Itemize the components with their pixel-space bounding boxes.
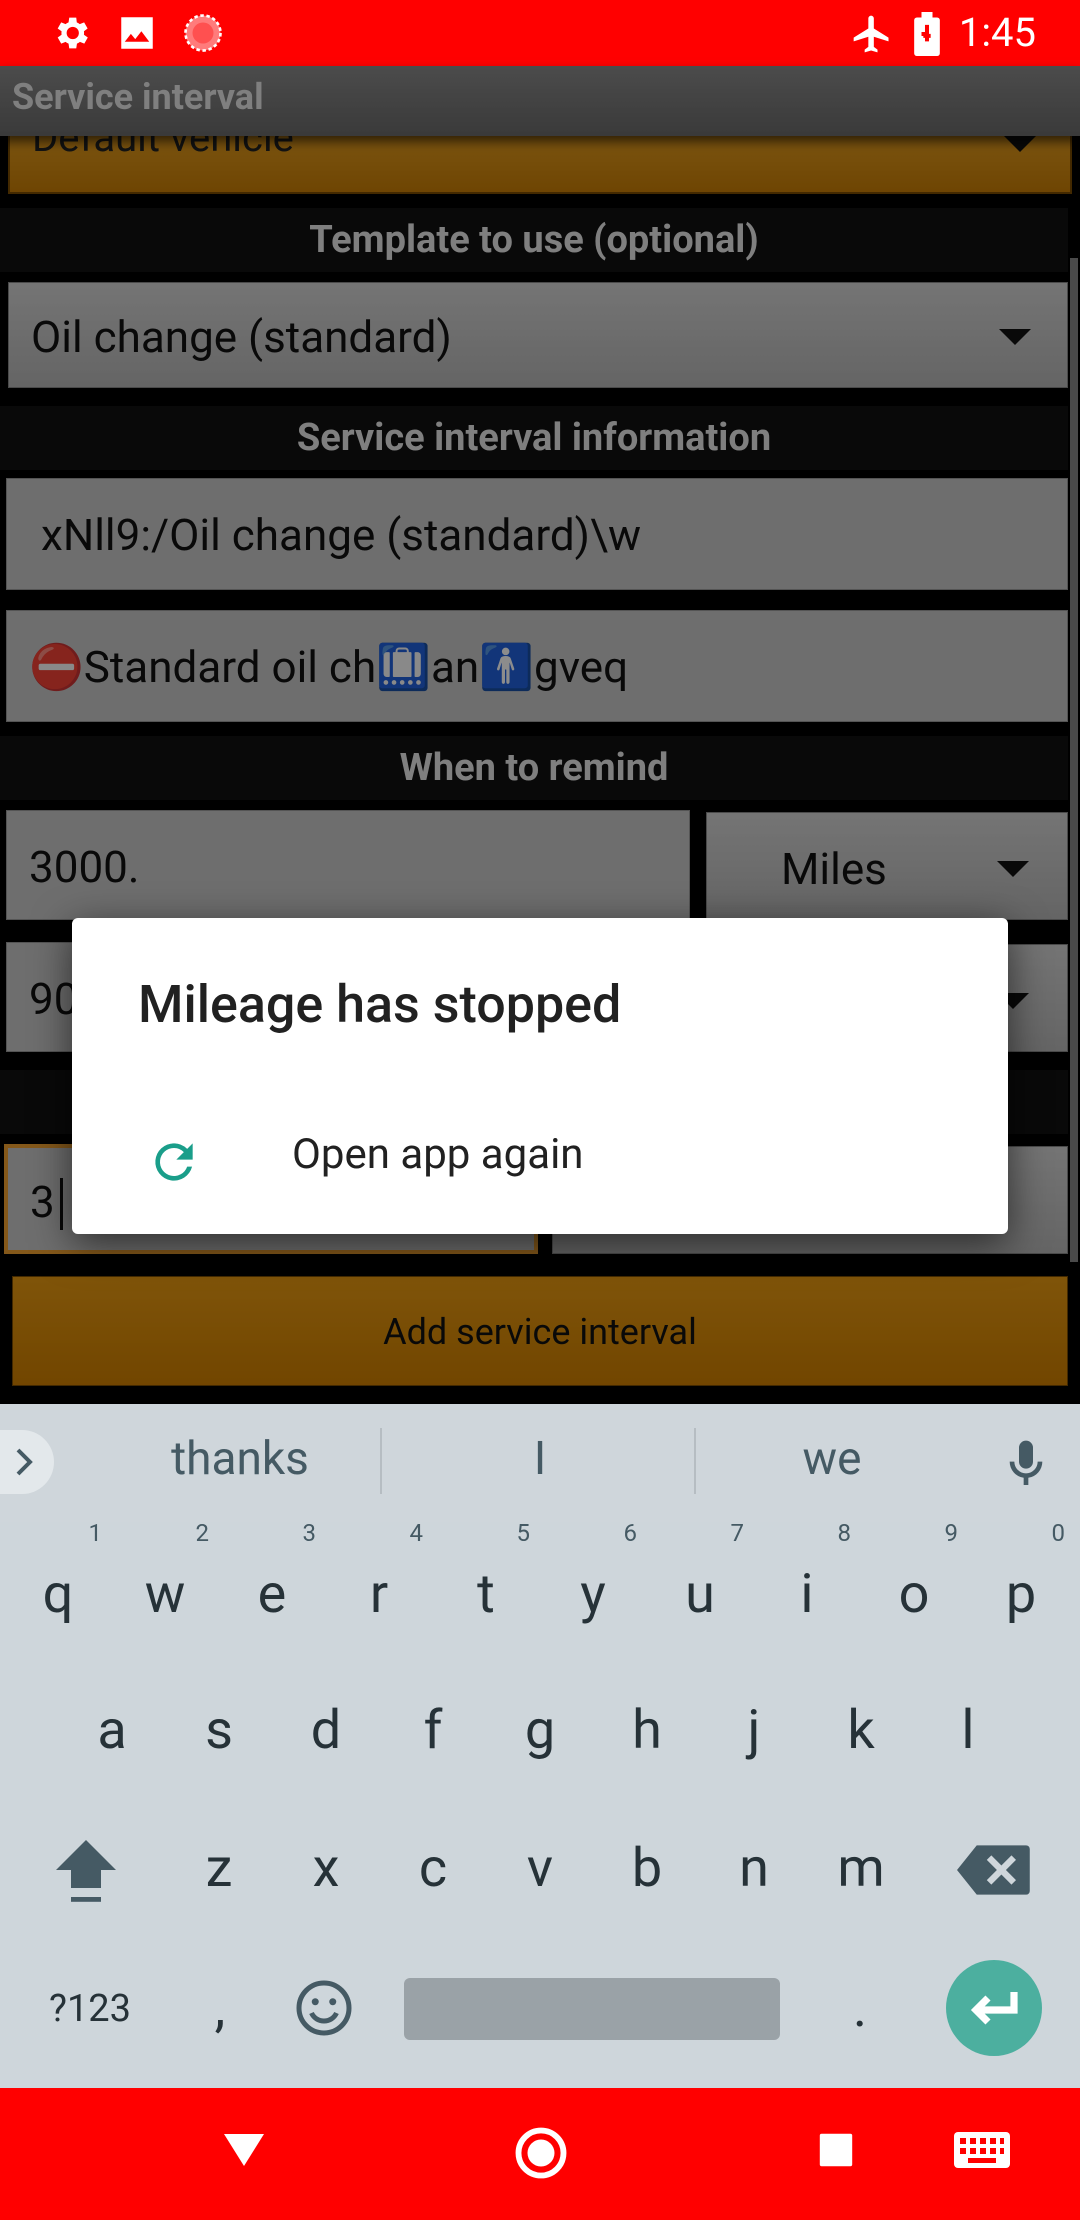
backspace-key[interactable] [944,1814,1044,1924]
emoji-key[interactable] [274,1954,374,2064]
settings-icon [50,12,92,58]
key-m[interactable]: m [811,1814,911,1924]
suggestion-strip: thanks I we [0,1404,1080,1522]
key-i[interactable]: i8 [757,1519,857,1650]
key-label: u [685,1563,715,1626]
key-t[interactable]: t5 [436,1519,536,1650]
refresh-icon [146,1134,202,1194]
dialog-title: Mileage has stopped [138,974,622,1035]
key-a[interactable]: a [62,1676,162,1786]
key-label: i [800,1563,814,1626]
key-hint: 2 [195,1519,210,1547]
key-label: r [369,1563,389,1626]
record-icon [182,12,224,58]
key-d[interactable]: d [276,1676,376,1786]
navigation-bar [0,2088,1080,2220]
key-l[interactable]: l [918,1676,1018,1786]
key-hint: 1 [88,1519,103,1547]
comma-key[interactable]: , [170,1954,270,2064]
key-z[interactable]: z [169,1814,269,1924]
keyboard-switch-icon[interactable] [954,2132,1010,2176]
key-f[interactable]: f [383,1676,483,1786]
suggestion-divider [694,1428,696,1494]
backspace-icon [957,1845,1030,1895]
clock: 1:45 [958,9,1036,56]
key-hint: 5 [516,1519,531,1547]
space-bar[interactable] [404,1978,780,2040]
suggestion-3[interactable]: we [712,1432,952,1486]
suggestion-2[interactable]: I [420,1432,660,1486]
crash-dialog: Mileage has stopped Open app again [72,918,1008,1234]
key-hint: 9 [944,1519,959,1547]
battery-charging-icon [912,12,942,60]
key-p[interactable]: p0 [971,1519,1071,1650]
key-hint: 3 [302,1519,317,1547]
open-app-again-button[interactable]: Open app again [72,1108,1008,1218]
key-label: w [144,1563,186,1626]
enter-icon [970,1992,1018,2025]
key-q[interactable]: q1 [8,1519,108,1650]
shift-key[interactable] [36,1814,136,1924]
key-hint: 7 [730,1519,745,1547]
open-app-again-label: Open app again [292,1130,584,1179]
key-e[interactable]: e3 [222,1519,322,1650]
key-s[interactable]: s [169,1676,269,1786]
home-icon[interactable] [514,2126,568,2184]
recents-icon[interactable] [818,2132,854,2172]
key-label: t [477,1563,495,1626]
key-hint: 8 [837,1519,852,1547]
key-hint: 0 [1051,1519,1066,1547]
image-icon [116,12,158,58]
key-label: y [580,1563,606,1626]
emoji-icon [296,1980,352,2036]
key-g[interactable]: g [490,1676,590,1786]
suggestion-divider [380,1428,382,1494]
key-o[interactable]: o9 [864,1519,964,1650]
key-k[interactable]: k [811,1676,911,1786]
key-x[interactable]: x [276,1814,376,1924]
key-label: o [898,1563,930,1626]
key-hint: 6 [623,1519,638,1547]
airplane-mode-icon [850,12,894,60]
microphone-icon[interactable] [998,1434,1054,1498]
period-key[interactable]: . [810,1954,910,2064]
key-b[interactable]: b [597,1814,697,1924]
key-label: e [257,1563,287,1626]
key-j[interactable]: j [704,1676,804,1786]
key-label: q [42,1563,74,1626]
symbols-key[interactable]: ?123 [30,1954,150,2064]
key-u[interactable]: u7 [650,1519,750,1650]
key-r[interactable]: r4 [329,1519,429,1650]
key-label: p [1005,1563,1037,1626]
status-bar: 1:45 [0,0,1080,66]
key-h[interactable]: h [597,1676,697,1786]
back-icon[interactable] [222,2130,266,2174]
suggestion-1[interactable]: thanks [120,1432,360,1486]
key-v[interactable]: v [490,1814,590,1924]
key-w[interactable]: w2 [115,1519,215,1650]
key-n[interactable]: n [704,1814,804,1924]
key-c[interactable]: c [383,1814,483,1924]
enter-key[interactable] [946,1960,1042,2056]
key-y[interactable]: y6 [543,1519,643,1650]
expand-suggestions-icon[interactable] [0,1430,54,1494]
key-hint: 4 [409,1519,424,1547]
shift-icon [56,1840,116,1902]
